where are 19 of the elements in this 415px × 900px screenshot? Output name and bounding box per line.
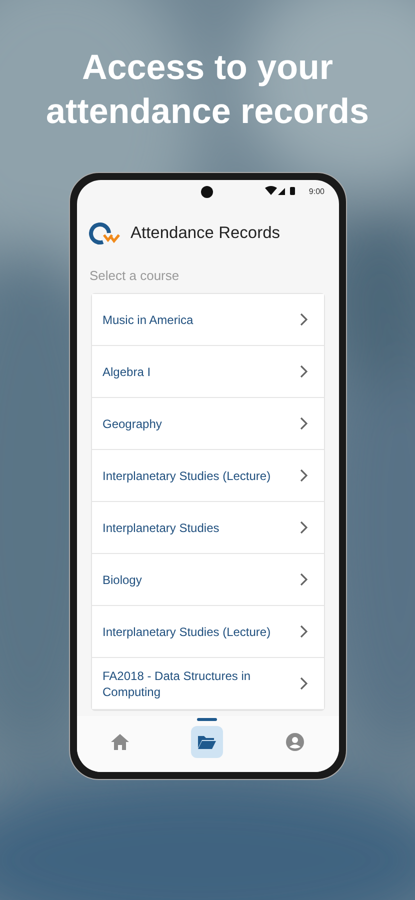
chevron-icon <box>300 313 308 326</box>
camera-icon <box>200 186 212 198</box>
chevron-icon <box>300 573 308 586</box>
chevron-icon <box>300 625 308 638</box>
profile-icon <box>286 733 304 751</box>
chevron-icon <box>300 521 308 534</box>
chevron-icon <box>300 469 308 482</box>
headline: Access to your attendance records <box>45 47 370 133</box>
status-time: 9:00 <box>308 186 324 196</box>
section-label: Select a course <box>88 267 180 285</box>
course-item[interactable]: Music in America <box>92 294 324 346</box>
chevron-icon <box>300 365 308 378</box>
home-icon <box>110 733 130 751</box>
folder-tab[interactable] <box>191 726 224 758</box>
chevron-icon <box>300 417 308 430</box>
app-logo-icon <box>88 221 122 245</box>
chevron-icon <box>300 677 308 690</box>
folder-icon <box>197 734 218 750</box>
app-title: Attendance Records <box>130 224 280 242</box>
